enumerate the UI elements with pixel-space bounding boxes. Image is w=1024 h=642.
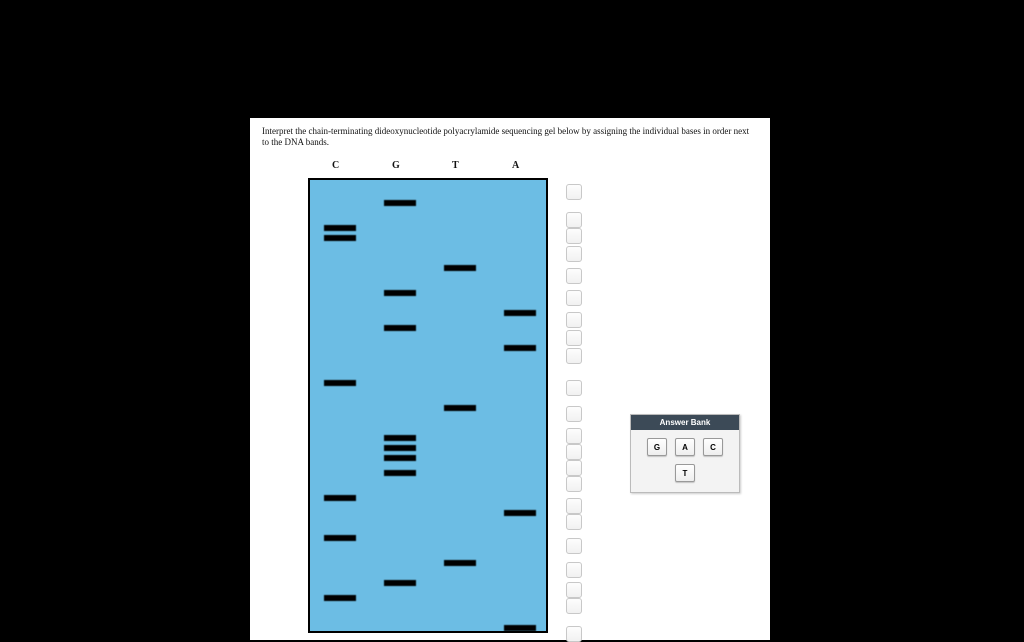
gel-band	[324, 225, 356, 231]
gel-band	[444, 560, 476, 566]
answer-tile-g[interactable]: G	[647, 438, 667, 456]
gel-band	[324, 495, 356, 501]
gel-band	[324, 380, 356, 386]
answer-bank-title: Answer Bank	[631, 415, 739, 430]
gel-band	[324, 235, 356, 241]
gel-band	[384, 435, 416, 441]
answer-slot[interactable]	[566, 598, 582, 614]
question-prompt: Interpret the chain-terminating dideoxyn…	[262, 126, 758, 149]
answer-slot[interactable]	[566, 348, 582, 364]
answer-slot[interactable]	[566, 428, 582, 444]
answer-slot[interactable]	[566, 476, 582, 492]
lane-label-c: C	[332, 160, 339, 171]
gel-band	[504, 345, 536, 351]
answer-slot[interactable]	[566, 228, 582, 244]
gel-band	[384, 200, 416, 206]
answer-slot[interactable]	[566, 290, 582, 306]
answer-bank-panel: Answer Bank GACT	[630, 414, 740, 493]
answer-slot[interactable]	[566, 380, 582, 396]
gel-band	[504, 625, 536, 631]
answer-slot[interactable]	[566, 312, 582, 328]
answer-slot[interactable]	[566, 184, 582, 200]
answer-slot[interactable]	[566, 514, 582, 530]
answer-slot[interactable]	[566, 562, 582, 578]
answer-slot[interactable]	[566, 406, 582, 422]
gel-band	[384, 580, 416, 586]
answer-slot[interactable]	[566, 268, 582, 284]
answer-slot[interactable]	[566, 246, 582, 262]
gel-band	[384, 470, 416, 476]
answer-slot[interactable]	[566, 460, 582, 476]
answer-slot[interactable]	[566, 498, 582, 514]
gel-band	[324, 535, 356, 541]
lane-label-a: A	[512, 160, 519, 171]
gel-band	[504, 310, 536, 316]
gel-band	[384, 445, 416, 451]
gel-band	[444, 265, 476, 271]
answer-slot[interactable]	[566, 212, 582, 228]
answer-slot[interactable]	[566, 538, 582, 554]
gel-band	[504, 510, 536, 516]
exercise-page: Interpret the chain-terminating dideoxyn…	[250, 118, 770, 640]
answer-tile-a[interactable]: A	[675, 438, 695, 456]
gel-band	[384, 325, 416, 331]
lane-label-g: G	[392, 160, 400, 171]
answer-tile-t[interactable]: T	[675, 464, 695, 482]
answer-slot[interactable]	[566, 444, 582, 460]
gel-band	[384, 290, 416, 296]
gel-band	[324, 595, 356, 601]
gel-band	[384, 455, 416, 461]
lane-label-t: T	[452, 160, 459, 171]
answer-bank-body: GACT	[631, 430, 739, 492]
gel-image	[308, 178, 548, 633]
gel-band	[444, 405, 476, 411]
answer-slot[interactable]	[566, 582, 582, 598]
answer-tile-c[interactable]: C	[703, 438, 723, 456]
answer-slot[interactable]	[566, 330, 582, 346]
